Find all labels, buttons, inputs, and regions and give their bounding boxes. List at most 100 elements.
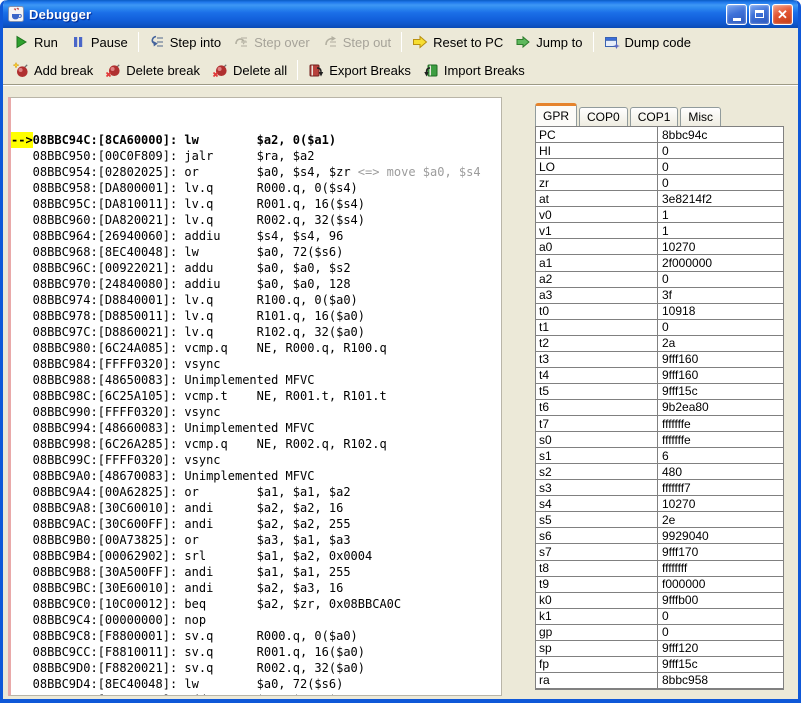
- register-value[interactable]: fffffff7: [658, 480, 783, 495]
- import-breaks-button[interactable]: Import Breaks: [417, 60, 531, 80]
- disassembly-line[interactable]: 08BBC9D4:[8EC40048]:lw$a0, 72($s6): [11, 676, 501, 692]
- disassembly-line[interactable]: 08BBC9A0:[48670083]:Unimplemented MFVC: [11, 468, 501, 484]
- minimize-button[interactable]: [726, 4, 747, 25]
- disassembly-line[interactable]: 08BBC968:[8EC40048]:lw$a0, 72($s6): [11, 244, 501, 260]
- register-row[interactable]: LO 0: [536, 159, 783, 175]
- register-row[interactable]: t7 fffffffe: [536, 416, 783, 432]
- register-tab[interactable]: Misc: [680, 107, 721, 126]
- disassembly-line[interactable]: 08BBC994:[48660083]:Unimplemented MFVC: [11, 420, 501, 436]
- disassembly-panel[interactable]: -->08BBC94C:[8CA60000]:lw$a2, 0($a1)08BB…: [8, 97, 502, 696]
- register-value[interactable]: 0: [658, 272, 783, 287]
- register-value[interactable]: 9fffb00: [658, 593, 783, 608]
- disassembly-line[interactable]: 08BBC9C0:[10C00012]:beq$a2, $zr, 0x08BBC…: [11, 596, 501, 612]
- disassembly-line[interactable]: 08BBC9B8:[30A500FF]:andi$a1, $a1, 255: [11, 564, 501, 580]
- register-value[interactable]: 0: [658, 159, 783, 174]
- register-row[interactable]: k0 9fffb00: [536, 593, 783, 609]
- register-row[interactable]: k1 0: [536, 609, 783, 625]
- register-value[interactable]: 8bbc94c: [658, 127, 783, 142]
- register-value[interactable]: 0: [658, 143, 783, 158]
- jump-to-button[interactable]: Jump to: [509, 32, 588, 52]
- register-row[interactable]: t2 2a: [536, 336, 783, 352]
- disassembly-line[interactable]: 08BBC9CC:[F8810011]:sv.qR001.q, 16($a0): [11, 644, 501, 660]
- disassembly-line[interactable]: -->08BBC94C:[8CA60000]:lw$a2, 0($a1): [11, 132, 501, 148]
- disassembly-line[interactable]: 08BBC9D8:[00922021]:addu$a0, $a0, $s2: [11, 692, 501, 696]
- disassembly-line[interactable]: 08BBC99C:[FFFF0320]:vsync: [11, 452, 501, 468]
- disassembly-line[interactable]: 08BBC9C4:[00000000]:nop: [11, 612, 501, 628]
- disassembly-line[interactable]: 08BBC998:[6C26A285]:vcmp.qNE, R002.q, R1…: [11, 436, 501, 452]
- add-break-button[interactable]: Add break: [7, 60, 99, 80]
- disassembly-line[interactable]: 08BBC9A4:[00A62825]:or$a1, $a1, $a2: [11, 484, 501, 500]
- disassembly-line[interactable]: 08BBC95C:[DA810011]:lv.qR001.q, 16($s4): [11, 196, 501, 212]
- register-value[interactable]: fffffffe: [658, 416, 783, 431]
- disassembly-line[interactable]: 08BBC9B4:[00062902]:srl$a1, $a2, 0x0004: [11, 548, 501, 564]
- register-tab[interactable]: COP1: [630, 107, 679, 126]
- step-over-button[interactable]: Step over: [227, 32, 316, 52]
- register-tab[interactable]: COP0: [579, 107, 628, 126]
- maximize-button[interactable]: [749, 4, 770, 25]
- disassembly-line[interactable]: 08BBC974:[D8840001]:lv.qR100.q, 0($a0): [11, 292, 501, 308]
- disassembly-line[interactable]: 08BBC9BC:[30E60010]:andi$a2, $a3, 16: [11, 580, 501, 596]
- disassembly-line[interactable]: 08BBC958:[DA800001]:lv.qR000.q, 0($s4): [11, 180, 501, 196]
- register-value[interactable]: 2f000000: [658, 255, 783, 270]
- register-row[interactable]: s1 6: [536, 448, 783, 464]
- register-value[interactable]: 9b2ea80: [658, 400, 783, 415]
- disassembly-line[interactable]: 08BBC954:[02802025]:or$a0, $s4, $zr <=> …: [11, 164, 501, 180]
- register-row[interactable]: t6 9b2ea80: [536, 400, 783, 416]
- register-row[interactable]: s4 10270: [536, 496, 783, 512]
- disassembly-line[interactable]: 08BBC9C8:[F8800001]:sv.qR000.q, 0($a0): [11, 628, 501, 644]
- register-value[interactable]: 9929040: [658, 528, 783, 543]
- disassembly-line[interactable]: 08BBC990:[FFFF0320]:vsync: [11, 404, 501, 420]
- disassembly-line[interactable]: 08BBC984:[FFFF0320]:vsync: [11, 356, 501, 372]
- register-row[interactable]: s0 fffffffe: [536, 432, 783, 448]
- register-row[interactable]: t9 f000000: [536, 577, 783, 593]
- register-value[interactable]: 10270: [658, 239, 783, 254]
- register-value[interactable]: 3f: [658, 288, 783, 303]
- register-value[interactable]: 0: [658, 609, 783, 624]
- disassembly-line[interactable]: 08BBC9B0:[00A73825]:or$a3, $a1, $a3: [11, 532, 501, 548]
- register-row[interactable]: t5 9fff15c: [536, 384, 783, 400]
- export-breaks-button[interactable]: Export Breaks: [302, 60, 417, 80]
- register-value[interactable]: 9fff120: [658, 641, 783, 656]
- register-row[interactable]: v0 1: [536, 207, 783, 223]
- register-row[interactable]: at 3e8214f2: [536, 191, 783, 207]
- register-row[interactable]: t8 ffffffff: [536, 561, 783, 577]
- register-row[interactable]: t0 10918: [536, 304, 783, 320]
- register-row[interactable]: s2 480: [536, 464, 783, 480]
- disassembly-line[interactable]: 08BBC964:[26940060]:addiu$s4, $s4, 96: [11, 228, 501, 244]
- disassembly-line[interactable]: 08BBC988:[48650083]:Unimplemented MFVC: [11, 372, 501, 388]
- disassembly-line[interactable]: 08BBC970:[24840080]:addiu$a0, $a0, 128: [11, 276, 501, 292]
- title-bar[interactable]: Debugger ✕: [3, 0, 798, 28]
- register-row[interactable]: HI 0: [536, 143, 783, 159]
- disassembly-line[interactable]: 08BBC978:[D8850011]:lv.qR101.q, 16($a0): [11, 308, 501, 324]
- register-value[interactable]: 9fff160: [658, 368, 783, 383]
- step-into-button[interactable]: Step into: [143, 32, 227, 52]
- disassembly-line[interactable]: 08BBC9AC:[30C600FF]:andi$a2, $a2, 255: [11, 516, 501, 532]
- register-tab[interactable]: GPR: [535, 103, 577, 126]
- register-value[interactable]: 1: [658, 207, 783, 222]
- delete-all-button[interactable]: Delete all: [206, 60, 293, 80]
- register-row[interactable]: t4 9fff160: [536, 368, 783, 384]
- register-row[interactable]: ra 8bbc958: [536, 673, 783, 689]
- register-row[interactable]: t1 0: [536, 320, 783, 336]
- register-value[interactable]: 6: [658, 448, 783, 463]
- register-row[interactable]: s3 fffffff7: [536, 480, 783, 496]
- register-row[interactable]: t3 9fff160: [536, 352, 783, 368]
- register-value[interactable]: 10270: [658, 496, 783, 511]
- register-value[interactable]: 2e: [658, 512, 783, 527]
- register-value[interactable]: 3e8214f2: [658, 191, 783, 206]
- register-row[interactable]: s7 9fff170: [536, 544, 783, 560]
- disassembly-line[interactable]: 08BBC950:[00C0F809]:jalr$ra, $a2: [11, 148, 501, 164]
- register-row[interactable]: sp 9fff120: [536, 641, 783, 657]
- register-value[interactable]: 0: [658, 175, 783, 190]
- step-out-button[interactable]: Step out: [316, 32, 397, 52]
- disassembly-line[interactable]: 08BBC97C:[D8860021]:lv.qR102.q, 32($a0): [11, 324, 501, 340]
- register-value[interactable]: 2a: [658, 336, 783, 351]
- register-value[interactable]: f000000: [658, 577, 783, 592]
- delete-break-button[interactable]: Delete break: [99, 60, 206, 80]
- run-button[interactable]: Run: [7, 32, 64, 52]
- disassembly-line[interactable]: 08BBC98C:[6C25A105]:vcmp.tNE, R001.t, R1…: [11, 388, 501, 404]
- reset-to-pc-button[interactable]: Reset to PC: [406, 32, 509, 52]
- register-row[interactable]: PC 8bbc94c: [536, 127, 783, 143]
- register-row[interactable]: zr 0: [536, 175, 783, 191]
- register-value[interactable]: 0: [658, 320, 783, 335]
